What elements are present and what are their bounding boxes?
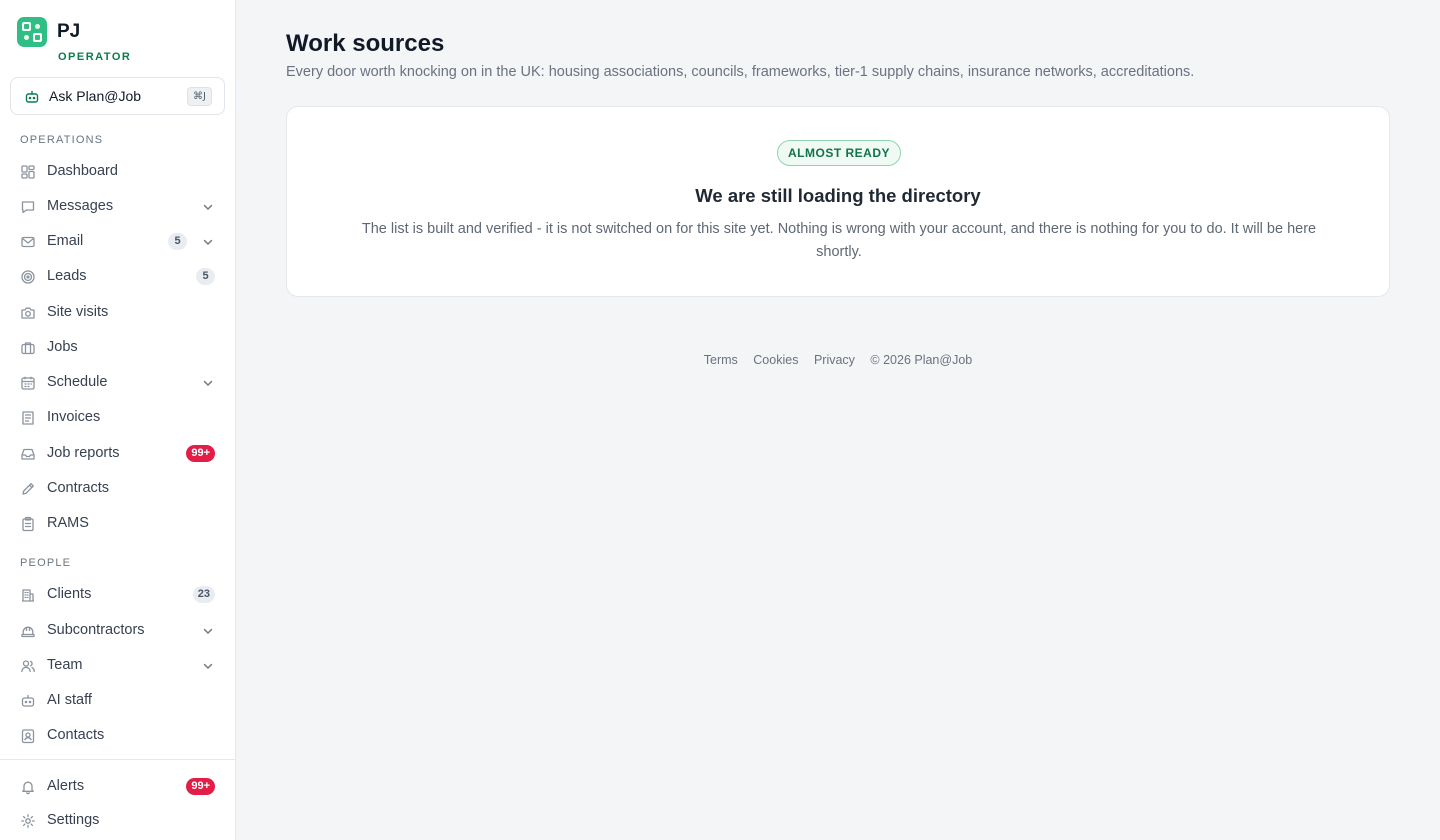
count-badge: 99+ (186, 778, 215, 795)
sidebar-item-contracts[interactable]: Contracts (10, 473, 225, 505)
bell-icon (20, 779, 36, 795)
sidebar-item-alerts[interactable]: Alerts 99+ (10, 771, 225, 803)
page-footer: Terms Cookies Privacy © 2026 Plan@Job (236, 353, 1440, 367)
count-badge: 23 (192, 586, 215, 603)
footer-link-terms[interactable]: Terms (704, 353, 738, 367)
footer-link-privacy[interactable]: Privacy (814, 353, 855, 367)
sidebar-item-label: Messages (47, 198, 114, 214)
sidebar-item-label: Dashboard (47, 163, 118, 179)
building-icon (20, 587, 36, 603)
ask-assistant-button[interactable]: Ask Plan@Job ⌘J (10, 77, 225, 115)
brand[interactable]: PJ OPERATOR (17, 17, 227, 65)
sidebar-item-label: RAMS (47, 515, 89, 531)
gear-icon (20, 813, 36, 829)
sidebar: PJ OPERATOR Ask Plan@Job ⌘J OPERATIONS D… (0, 0, 236, 840)
sidebar-item-label: Subcontractors (47, 622, 145, 638)
sidebar-item-rams[interactable]: RAMS (10, 508, 225, 540)
section-label-operations: OPERATIONS (20, 134, 104, 146)
card-heading: We are still loading the directory (695, 185, 981, 206)
chevron-down-icon[interactable] (201, 659, 215, 673)
sidebar-item-label: Leads (47, 268, 87, 284)
sidebar-item-jobs[interactable]: Jobs (10, 332, 225, 364)
briefcase-icon (20, 340, 36, 356)
brand-initials: PJ (57, 21, 81, 42)
bot-icon (24, 89, 40, 105)
chevron-down-icon[interactable] (201, 376, 215, 390)
sidebar-item-ai-staff[interactable]: AI staff (10, 685, 225, 717)
status-badge: ALMOST READY (777, 140, 901, 166)
chevron-down-icon[interactable] (201, 200, 215, 214)
mail-icon (20, 234, 36, 250)
contact-card-icon (20, 728, 36, 744)
document-icon (20, 410, 36, 426)
sidebar-item-label: Job reports (47, 445, 120, 461)
sidebar-item-job-reports[interactable]: Job reports 99+ (10, 438, 225, 470)
chat-icon (20, 199, 36, 215)
status-card: ALMOST READY We are still loading the di… (286, 106, 1390, 297)
sidebar-item-label: Alerts (47, 778, 85, 794)
clipboard-icon (20, 516, 36, 532)
sidebar-item-clients[interactable]: Clients 23 (10, 579, 225, 611)
sidebar-item-label: Email (47, 233, 84, 249)
sidebar-item-label: Contacts (47, 727, 105, 743)
calendar-icon (20, 375, 36, 391)
chevron-down-icon[interactable] (201, 624, 215, 638)
target-icon (20, 269, 36, 285)
card-body-text: The list is built and verified - it is n… (361, 221, 1317, 260)
page-title: Work sources (286, 30, 445, 57)
sidebar-item-site-visits[interactable]: Site visits (10, 297, 225, 329)
sidebar-item-invoices[interactable]: Invoices (10, 402, 225, 434)
ask-assistant-label: Ask Plan@Job (49, 88, 142, 104)
brand-logo (17, 17, 47, 47)
footer-link-cookies[interactable]: Cookies (753, 353, 798, 367)
sidebar-item-label: Jobs (47, 339, 78, 355)
sidebar-item-label: Site visits (47, 304, 109, 320)
sidebar-item-label: Clients (47, 586, 92, 602)
sidebar-item-label: Contracts (47, 480, 110, 496)
inbox-icon (20, 446, 36, 462)
sidebar-item-label: Team (47, 657, 83, 673)
sidebar-item-team[interactable]: Team (10, 650, 225, 682)
count-badge: 5 (196, 268, 215, 285)
pen-icon (20, 481, 36, 497)
sidebar-item-label: Invoices (47, 409, 101, 425)
brand-role: OPERATOR (58, 51, 132, 63)
sidebar-item-subcontractors[interactable]: Subcontractors (10, 615, 225, 647)
grid-icon (20, 164, 36, 180)
sidebar-item-label: AI staff (47, 692, 92, 708)
main-content: Work sources Every door worth knocking o… (236, 0, 1440, 840)
sidebar-item-email[interactable]: Email 5 (10, 226, 225, 258)
section-label-people: PEOPLE (20, 557, 72, 569)
sidebar-item-contacts[interactable]: Contacts (10, 720, 225, 752)
hardhat-icon (20, 623, 36, 639)
sidebar-item-settings[interactable]: Settings (10, 805, 225, 837)
bot-icon (20, 693, 36, 709)
users-icon (20, 658, 36, 674)
camera-icon (20, 305, 36, 321)
count-badge: 99+ (186, 445, 215, 462)
count-badge: 5 (168, 233, 187, 250)
sidebar-divider (0, 759, 235, 760)
sidebar-item-dashboard[interactable]: Dashboard (10, 156, 225, 188)
sidebar-item-label: Settings (47, 812, 100, 828)
sidebar-item-messages[interactable]: Messages (10, 191, 225, 223)
sidebar-item-leads[interactable]: Leads 5 (10, 261, 225, 293)
keyboard-shortcut: ⌘J (187, 87, 212, 106)
sidebar-item-label: Schedule (47, 374, 108, 390)
sidebar-item-schedule[interactable]: Schedule (10, 367, 225, 399)
chevron-down-icon[interactable] (201, 235, 215, 249)
page-subtitle: Every door worth knocking on in the UK: … (286, 64, 1195, 80)
footer-copyright: © 2026 Plan@Job (870, 353, 973, 367)
